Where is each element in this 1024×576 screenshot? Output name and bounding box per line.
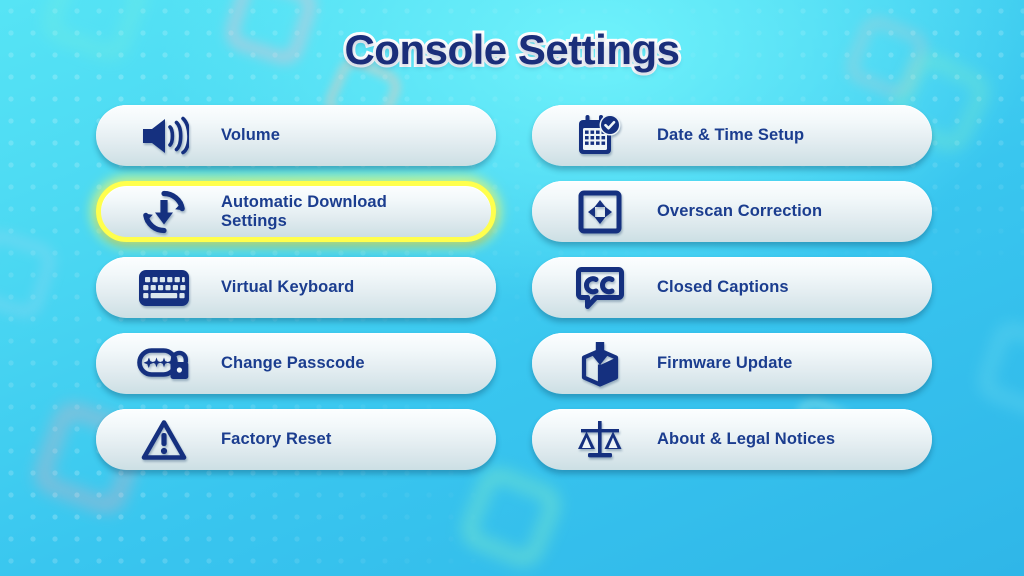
menu-item-auto-download[interactable]: Automatic Download Settings	[96, 181, 496, 242]
auto-download-refresh-icon	[136, 188, 192, 236]
scales-justice-icon	[572, 416, 628, 464]
menu-item-about-legal[interactable]: About & Legal Notices	[532, 409, 932, 470]
speaker-volume-icon	[136, 112, 192, 160]
menu-item-label: Closed Captions	[657, 278, 789, 296]
menu-item-overscan[interactable]: Overscan Correction	[532, 181, 932, 242]
warning-triangle-icon	[136, 416, 192, 464]
menu-item-label: Volume	[221, 126, 280, 144]
decorative-square-blue-midleft	[0, 226, 60, 322]
menu-item-firmware-update[interactable]: Firmware Update	[532, 333, 932, 394]
closed-captions-cc-icon	[572, 264, 628, 312]
menu-item-label: Virtual Keyboard	[221, 278, 355, 296]
firmware-box-download-icon	[572, 340, 628, 388]
calendar-clock-icon	[572, 112, 628, 160]
menu-item-label: Firmware Update	[657, 354, 793, 372]
overscan-arrows-icon	[572, 188, 628, 236]
passcode-lock-icon	[136, 340, 192, 388]
keyboard-icon	[136, 264, 192, 312]
menu-item-date-time[interactable]: Date & Time Setup	[532, 105, 932, 166]
settings-menu-grid: Volume Date & Time Setup Automatic Downl…	[96, 105, 936, 470]
page-title: Console Settings	[341, 23, 683, 76]
menu-item-volume[interactable]: Volume	[96, 105, 496, 166]
menu-item-factory-reset[interactable]: Factory Reset	[96, 409, 496, 470]
menu-item-virtual-keyboard[interactable]: Virtual Keyboard	[96, 257, 496, 318]
menu-item-label: About & Legal Notices	[657, 430, 836, 448]
menu-item-closed-captions[interactable]: Closed Captions	[532, 257, 932, 318]
menu-item-label: Date & Time Setup	[657, 126, 805, 144]
console-settings-screen: Console Settings Volume Date & Time Setu…	[0, 0, 1024, 576]
menu-item-change-passcode[interactable]: Change Passcode	[96, 333, 496, 394]
decorative-square-cyan-midright	[975, 319, 1024, 419]
menu-item-label: Factory Reset	[221, 430, 332, 448]
menu-item-label: Change Passcode	[221, 354, 365, 372]
decorative-square-green-bottommid	[457, 463, 565, 571]
menu-item-label: Overscan Correction	[657, 202, 823, 220]
menu-item-label: Automatic Download Settings	[221, 192, 387, 230]
